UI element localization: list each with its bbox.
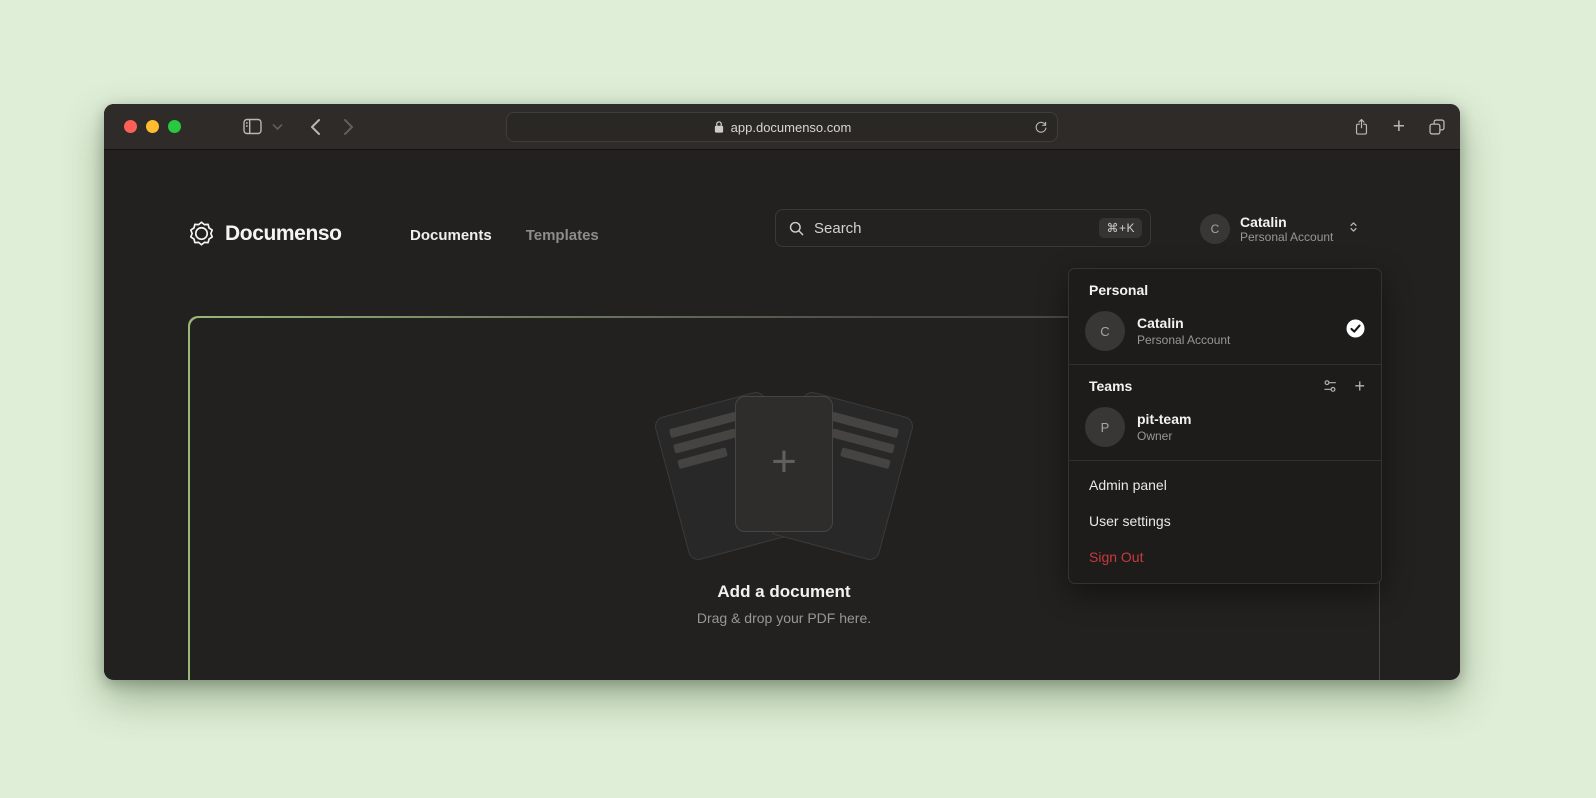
personal-type: Personal Account	[1137, 333, 1230, 348]
team-text: pit-team Owner	[1137, 411, 1191, 444]
account-text: Catalin Personal Account	[1240, 214, 1333, 244]
minimize-window-button[interactable]	[146, 120, 159, 133]
dropzone-illustration: +	[654, 390, 914, 560]
browser-window: app.documenso.com +	[104, 104, 1460, 680]
personal-avatar: C	[1085, 311, 1125, 351]
main-nav: Documents Templates	[410, 227, 599, 244]
new-tab-icon[interactable]: +	[1393, 116, 1405, 137]
menu-links: Admin panel User settings Sign Out	[1069, 461, 1381, 575]
teams-section-label: Teams	[1089, 378, 1132, 394]
team-role: Owner	[1137, 429, 1191, 444]
brand[interactable]: Documenso	[188, 220, 342, 247]
lock-icon	[713, 120, 725, 134]
account-menu-button[interactable]: C Catalin Personal Account	[1200, 214, 1360, 244]
teams-section-header: Teams +	[1069, 365, 1381, 405]
browser-toolbar: app.documenso.com +	[104, 104, 1460, 150]
account-type: Personal Account	[1240, 230, 1333, 244]
team-avatar: P	[1085, 407, 1125, 447]
zoom-window-button[interactable]	[168, 120, 181, 133]
personal-account-item[interactable]: C Catalin Personal Account	[1069, 309, 1381, 364]
personal-name: Catalin	[1137, 315, 1230, 332]
dropzone-title: Add a document	[717, 582, 850, 602]
nav-documents[interactable]: Documents	[410, 227, 492, 244]
search-shortcut-badge: ⌘+K	[1099, 218, 1142, 238]
menu-item-sign-out[interactable]: Sign Out	[1069, 539, 1381, 575]
personal-section-label: Personal	[1069, 269, 1381, 309]
dropzone-subtitle: Drag & drop your PDF here.	[697, 610, 871, 626]
create-team-icon[interactable]: +	[1354, 377, 1365, 395]
nav-templates[interactable]: Templates	[526, 227, 599, 244]
document-card-center: +	[735, 396, 833, 532]
url-text: app.documenso.com	[731, 120, 852, 135]
manage-teams-icon[interactable]	[1322, 378, 1338, 394]
toolbar-right-icons: +	[1353, 116, 1446, 137]
menu-item-admin-panel[interactable]: Admin panel	[1069, 467, 1381, 503]
app-content: Documenso Documents Templates ⌘+K C Cata…	[104, 150, 1460, 679]
tab-overview-icon[interactable]	[1428, 118, 1446, 136]
documenso-logo-icon	[188, 220, 215, 247]
share-icon[interactable]	[1353, 117, 1370, 137]
account-name: Catalin	[1240, 214, 1333, 230]
search-icon	[788, 220, 805, 237]
account-avatar: C	[1200, 214, 1230, 244]
back-icon[interactable]	[309, 118, 321, 136]
close-window-button[interactable]	[124, 120, 137, 133]
forward-icon[interactable]	[343, 118, 355, 136]
personal-text: Catalin Personal Account	[1137, 315, 1230, 348]
chevron-up-down-icon	[1347, 219, 1360, 240]
brand-name: Documenso	[225, 222, 342, 246]
menu-item-user-settings[interactable]: User settings	[1069, 503, 1381, 539]
search-box[interactable]: ⌘+K	[775, 209, 1151, 247]
teams-header-icons: +	[1322, 377, 1365, 395]
address-bar[interactable]: app.documenso.com	[506, 112, 1058, 142]
reload-icon[interactable]	[1034, 120, 1048, 135]
sidebar-chevron-down-icon[interactable]	[272, 123, 283, 131]
selected-check-icon	[1346, 319, 1365, 343]
team-item[interactable]: P pit-team Owner	[1069, 405, 1381, 460]
team-name: pit-team	[1137, 411, 1191, 428]
traffic-lights	[124, 120, 181, 133]
plus-icon: +	[771, 440, 797, 484]
account-dropdown-menu: Personal C Catalin Personal Account Team…	[1068, 268, 1382, 584]
sidebar-toggle-icon[interactable]	[243, 118, 262, 135]
search-input[interactable]	[814, 220, 1099, 237]
